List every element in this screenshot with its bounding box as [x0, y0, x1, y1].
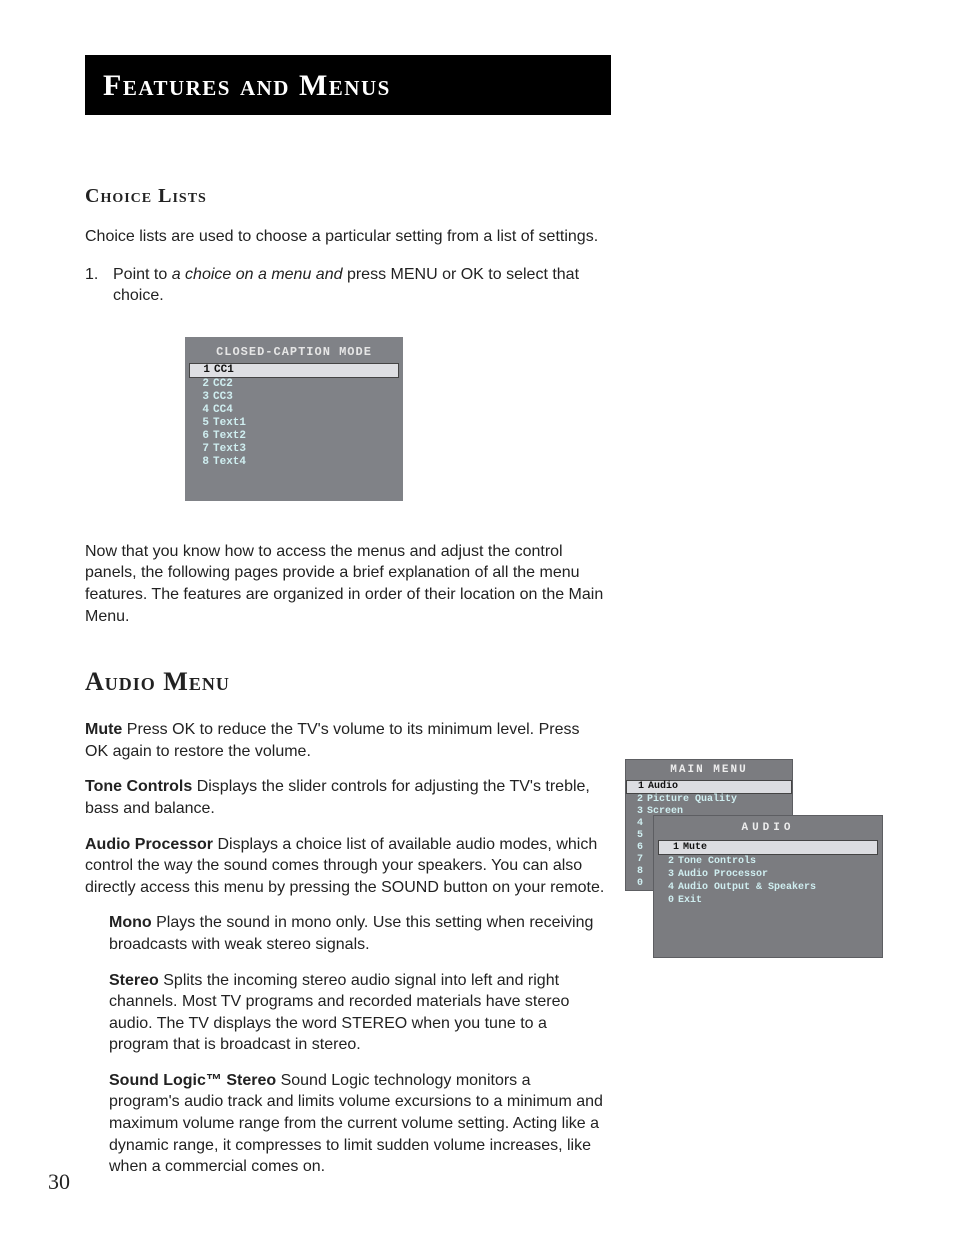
audio-submenu-item-number: 1 — [667, 841, 679, 854]
audio-submenu-item[interactable]: 3 Audio Processor — [654, 868, 882, 881]
page-title-bar: Features and Menus — [85, 55, 611, 115]
audio-submenu-item-number: 3 — [662, 868, 674, 881]
closed-caption-item-label: CC4 — [213, 404, 233, 417]
main-menu-item-number: 6 — [631, 842, 643, 854]
closed-caption-item-label: Text4 — [213, 456, 246, 469]
closed-caption-item[interactable]: 3 CC3 — [189, 391, 399, 404]
feature-audio-processor: Audio Processor Displays a choice list o… — [85, 834, 605, 899]
submode-sound-logic-stereo: Sound Logic™ Stereo Sound Logic technolo… — [109, 1070, 605, 1178]
feature-mute-label: Mute — [85, 721, 122, 738]
closed-caption-item-label: Text1 — [213, 417, 246, 430]
closed-caption-item-label: CC3 — [213, 391, 233, 404]
main-menu-item[interactable]: 1 Audio — [626, 780, 792, 794]
closed-caption-list: 1 CC1 2 CC2 3 CC3 4 CC4 5 Text1 6 Text2 7 Text3 8 Text4 — [189, 363, 399, 469]
submode-stereo: Stereo Splits the incoming stereo audio … — [109, 970, 605, 1056]
closed-caption-item[interactable]: 8 Text4 — [189, 456, 399, 469]
submode-sls-label: Sound Logic™ Stereo — [109, 1072, 276, 1089]
step-number: 1. — [85, 264, 113, 286]
audio-submenu-item-label: Exit — [678, 894, 702, 907]
step-italic: a choice on a menu and — [172, 266, 347, 283]
closed-caption-item[interactable]: 2 CC2 — [189, 378, 399, 391]
closed-caption-item-number: 2 — [195, 378, 209, 391]
submode-stereo-label: Stereo — [109, 972, 159, 989]
submode-mono: Mono Plays the sound in mono only. Use t… — [109, 912, 605, 955]
audio-submenu-item-number: 4 — [662, 881, 674, 894]
main-menu-item-number: 1 — [632, 781, 644, 793]
choice-lists-intro: Choice lists are used to choose a partic… — [85, 226, 605, 248]
audio-menu-heading: Audio Menu — [85, 667, 869, 697]
closed-caption-item[interactable]: 1 CC1 — [189, 363, 399, 378]
choice-lists-heading: Choice Lists — [85, 185, 869, 208]
main-menu-item-number: 3 — [631, 806, 643, 818]
audio-submenu-item-number: 2 — [662, 855, 674, 868]
audio-submenu-item-label: Tone Controls — [678, 855, 756, 868]
closed-caption-item-label: Text3 — [213, 443, 246, 456]
main-menu-item-number: 4 — [631, 818, 643, 830]
main-menu-item[interactable]: 2 Picture Quality — [626, 794, 792, 806]
main-menu-item-label: Audio — [648, 781, 678, 793]
closed-caption-item[interactable]: 7 Text3 — [189, 443, 399, 456]
audio-submenu-list: 1 Mute 2 Tone Controls 3 Audio Processor 4 Audi… — [654, 840, 882, 907]
main-menu-item-number: 5 — [631, 830, 643, 842]
main-menu-item-number: 0 — [631, 878, 643, 890]
feature-tone-controls: Tone Controls Displays the slider contro… — [85, 776, 605, 819]
audio-submenu-item-number: 0 — [662, 894, 674, 907]
closed-caption-item-label: CC1 — [214, 364, 234, 377]
step-pre: Point to — [113, 266, 172, 283]
closed-caption-item-label: CC2 — [213, 378, 233, 391]
closed-caption-item[interactable]: 5 Text1 — [189, 417, 399, 430]
feature-tone-label: Tone Controls — [85, 778, 192, 795]
feature-mute-desc: Press OK to reduce the TV's volume to it… — [85, 721, 579, 760]
closed-caption-item-number: 6 — [195, 430, 209, 443]
page-number: 30 — [48, 1169, 70, 1195]
closed-caption-item-number: 1 — [196, 364, 210, 377]
main-menu-item-label: Picture Quality — [647, 794, 737, 806]
closed-caption-item-number: 8 — [195, 456, 209, 469]
main-menu-item-number: 2 — [631, 794, 643, 806]
feature-proc-label: Audio Processor — [85, 836, 213, 853]
audio-submenu-item-label: Audio Output & Speakers — [678, 881, 816, 894]
audio-submenu-item-label: Audio Processor — [678, 868, 768, 881]
main-menu-panel-title: MAIN MENU — [626, 760, 792, 780]
closed-caption-item-number: 5 — [195, 417, 209, 430]
closed-caption-item-number: 7 — [195, 443, 209, 456]
choice-lists-outro: Now that you know how to access the menu… — [85, 541, 605, 627]
audio-submenu-panel: AUDIO 1 Mute 2 Tone Controls 3 Audio Processo… — [653, 815, 883, 958]
audio-submenu-panel-title: AUDIO — [654, 816, 882, 840]
closed-caption-item-number: 4 — [195, 404, 209, 417]
feature-mute: Mute Press OK to reduce the TV's volume … — [85, 719, 605, 762]
submode-mono-desc: Plays the sound in mono only. Use this s… — [109, 914, 593, 953]
step-body: Point to a choice on a menu and press ME… — [113, 264, 593, 307]
audio-submenu-item[interactable]: 2 Tone Controls — [654, 855, 882, 868]
main-menu-item-number: 8 — [631, 866, 643, 878]
closed-caption-item[interactable]: 6 Text2 — [189, 430, 399, 443]
closed-caption-item-label: Text2 — [213, 430, 246, 443]
menu-graphic: MAIN MENU 1Audio2Picture Quality3Screen4… — [625, 759, 883, 974]
audio-submenu-item[interactable]: 0 Exit — [654, 894, 882, 907]
page-title: Features and Menus — [103, 69, 593, 103]
closed-caption-item-number: 3 — [195, 391, 209, 404]
main-menu-item-number: 7 — [631, 854, 643, 866]
submode-stereo-desc: Splits the incoming stereo audio signal … — [109, 972, 569, 1054]
audio-submenu-item[interactable]: 1 Mute — [658, 840, 878, 855]
submode-mono-label: Mono — [109, 914, 152, 931]
closed-caption-item[interactable]: 4 CC4 — [189, 404, 399, 417]
audio-submenu-item[interactable]: 4 Audio Output & Speakers — [654, 881, 882, 894]
audio-submenu-item-label: Mute — [683, 841, 707, 854]
closed-caption-panel: CLOSED-CAPTION MODE 1 CC1 2 CC2 3 CC3 4 CC4 5 Tex… — [185, 337, 403, 501]
choice-lists-step: 1. Point to a choice on a menu and press… — [85, 264, 869, 307]
closed-caption-panel-title: CLOSED-CAPTION MODE — [189, 341, 399, 363]
